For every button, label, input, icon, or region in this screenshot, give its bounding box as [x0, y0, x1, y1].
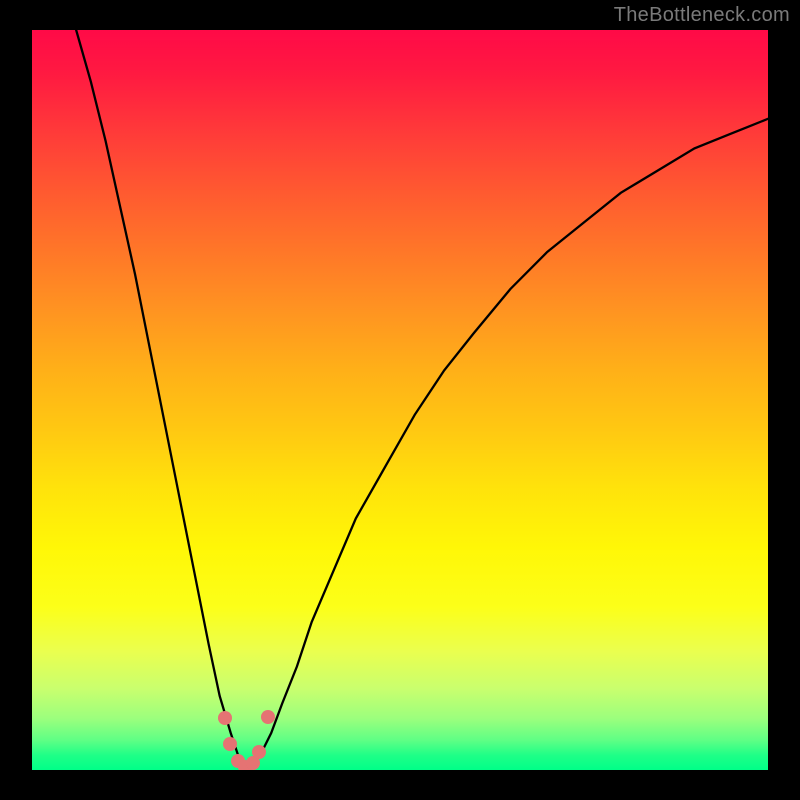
marker-dot [223, 737, 237, 751]
chart-frame: TheBottleneck.com [0, 0, 800, 800]
marker-dots-layer [32, 30, 768, 770]
plot-area [32, 30, 768, 770]
marker-dot [218, 711, 232, 725]
marker-dot [252, 745, 266, 759]
marker-dot [261, 710, 275, 724]
watermark-text: TheBottleneck.com [614, 4, 790, 27]
